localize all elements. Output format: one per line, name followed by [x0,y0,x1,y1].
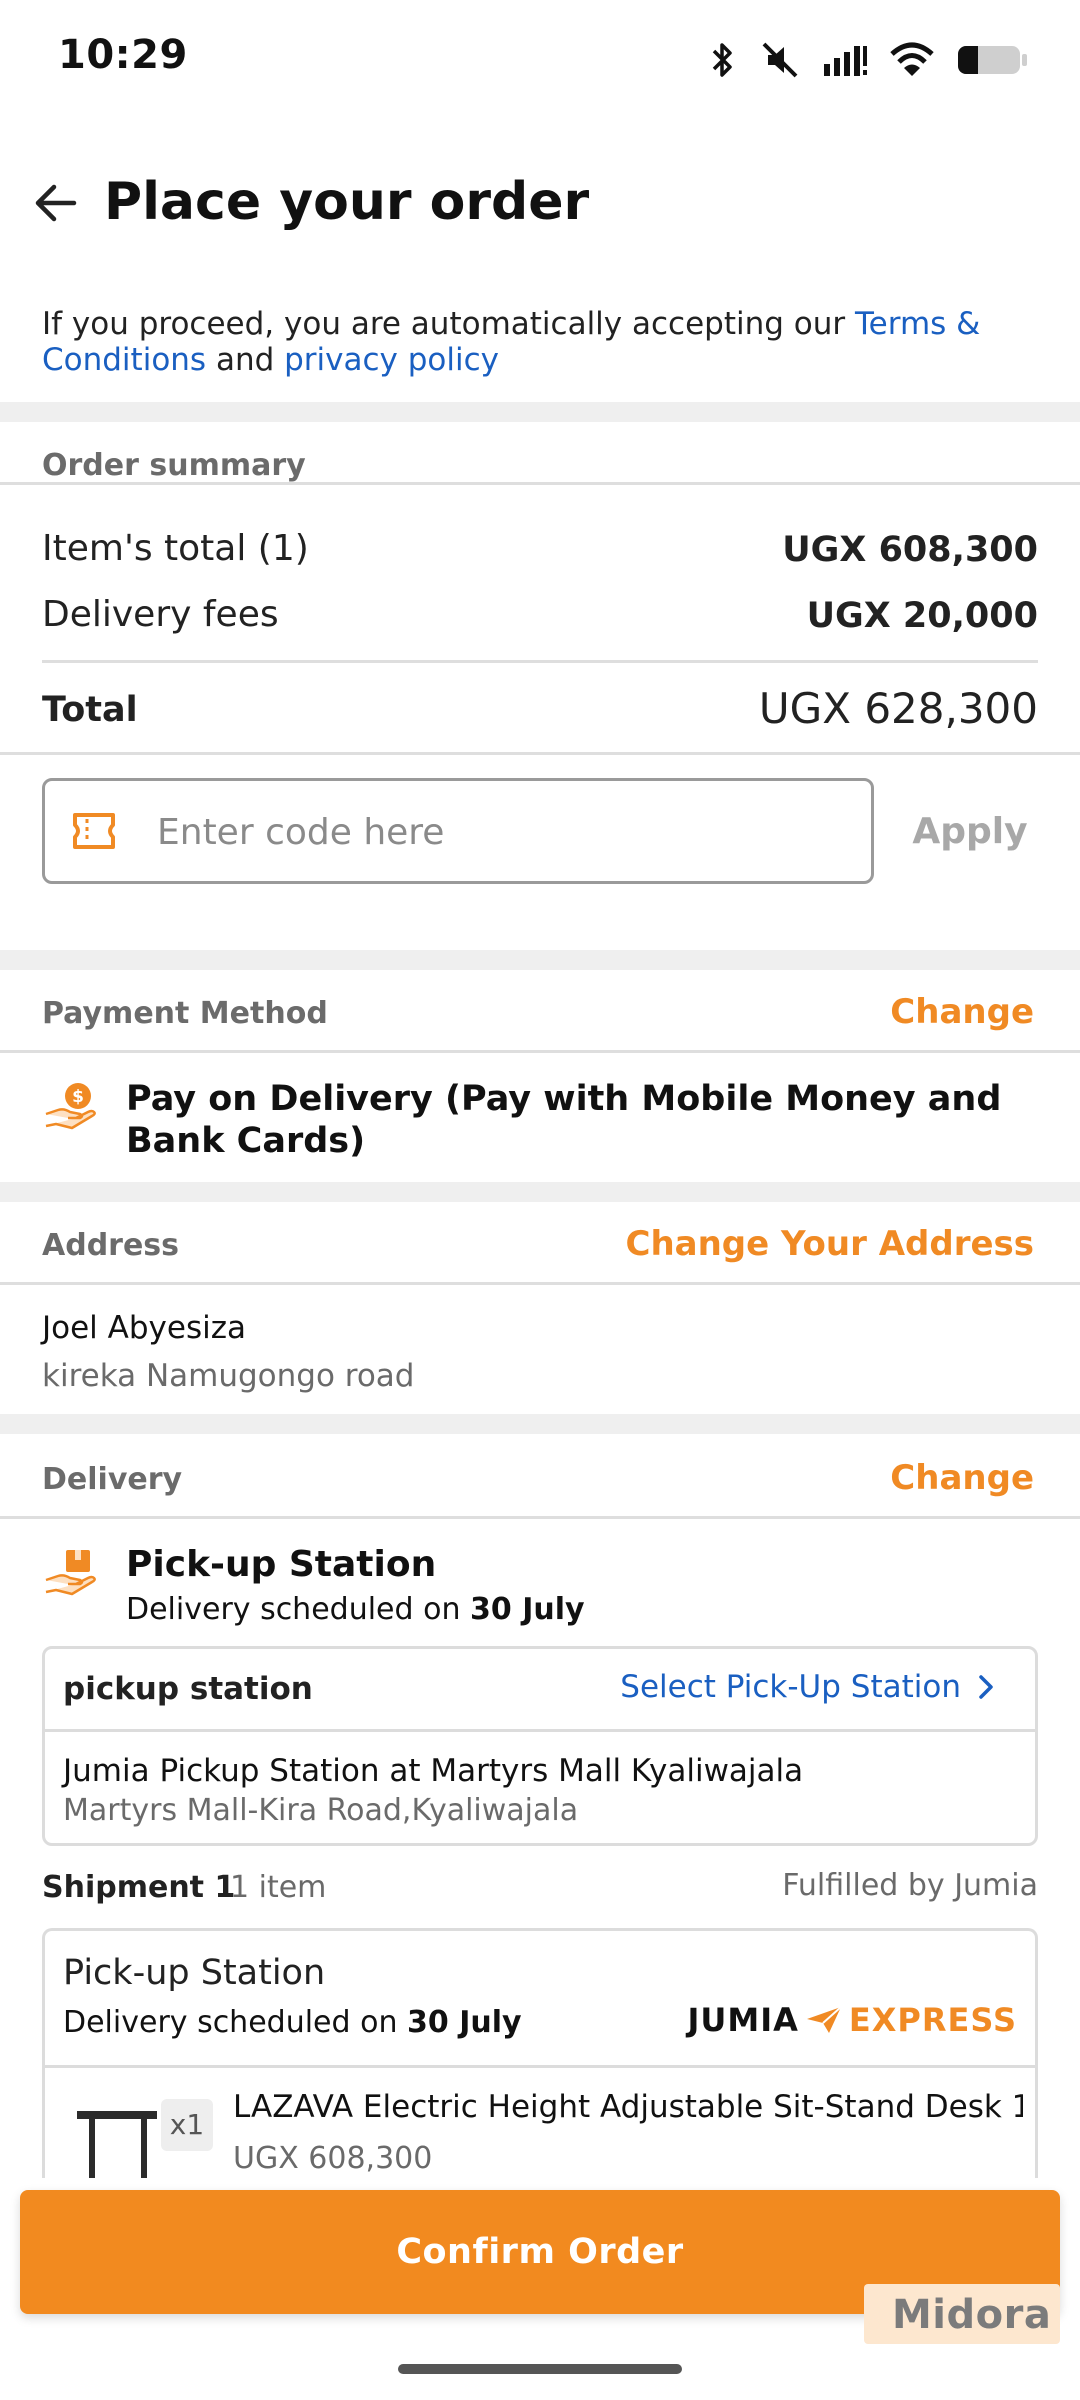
delivery-schedule: Delivery scheduled on 30 July [126,1592,585,1627]
address-name: Joel Abyesiza [42,1310,246,1346]
shipment-schedule: Delivery scheduled on 30 July [63,2005,522,2040]
paper-plane-icon [806,2006,842,2033]
pickup-station-label: pickup station [63,1671,313,1707]
divider [0,1282,1080,1285]
change-address-button[interactable]: Change Your Address [626,1224,1035,1264]
shipment-label: Shipment 1 [42,1870,236,1905]
shipment-type: Pick-up Station [63,1953,326,1993]
section-separator [0,950,1080,970]
delivery-type: Pick-up Station [126,1544,437,1585]
pickup-station-card: pickup station Select Pick-Up Station Ju… [42,1646,1038,1846]
status-time: 10:29 [58,32,188,78]
promo-code-input[interactable] [157,799,847,865]
section-separator [0,1414,1080,1434]
privacy-link[interactable]: privacy policy [284,342,499,378]
signal-icon [824,46,867,76]
divider [0,1050,1080,1053]
terms-prefix: If you proceed, you are automatically ac… [42,306,855,342]
pickup-station-address: Martyrs Mall-Kira Road,Kyaliwajala [63,1793,579,1828]
total-label: Total [42,690,138,730]
select-pickup-station-label: Select Pick-Up Station [620,1669,961,1705]
brand-express: EXPRESS [848,2001,1017,2039]
apply-button[interactable]: Apply [900,806,1040,858]
pickup-station-name: Jumia Pickup Station at Martyrs Mall Kya… [63,1753,804,1789]
schedule-date: 30 July [470,1592,585,1627]
watermark-logo: Midora [864,2284,1060,2344]
promo-code-field[interactable] [42,778,874,884]
wifi-icon [890,42,934,76]
divider [0,752,1080,755]
terms-notice: If you proceed, you are automatically ac… [42,306,1042,378]
schedule-date: 30 July [407,2005,522,2040]
quantity-badge: x1 [161,2099,213,2151]
select-pickup-station-button[interactable]: Select Pick-Up Station [620,1669,995,1705]
address-line: kireka Namugongo road [42,1358,415,1394]
app-header: Place your order [0,150,1080,260]
home-indicator[interactable] [398,2364,682,2374]
mute-icon [762,42,798,78]
status-bar: 10:29 [0,0,1080,112]
change-payment-button[interactable]: Change [890,992,1034,1032]
divider [42,660,1038,663]
total-value: UGX 628,300 [758,684,1038,733]
page-title: Place your order [104,172,590,232]
ticket-icon [73,813,115,849]
order-summary-label: Order summary [42,448,306,483]
schedule-prefix: Delivery scheduled on [126,1592,470,1627]
divider [0,482,1080,485]
divider [45,1729,1035,1732]
items-total-value: UGX 608,300 [782,530,1038,570]
items-total-label: Item's total (1) [42,528,309,569]
payment-method-text: Pay on Delivery (Pay with Mobile Money a… [126,1079,1002,1161]
shipment-card: Pick-up Station Delivery scheduled on 30… [42,1928,1038,2178]
back-button[interactable] [24,172,86,234]
payment-method-label: Payment Method [42,996,328,1031]
terms-middle: and [206,342,285,378]
status-icons [708,36,1028,84]
jumia-express-logo: JUMIA EXPRESS [687,2001,1017,2039]
bluetooth-icon [712,43,732,77]
section-separator [0,1182,1080,1202]
brand-main: JUMIA [687,2001,799,2039]
fulfilled-by: Fulfilled by Jumia [782,1868,1038,1903]
shipment-item-count: 1 item [230,1870,327,1905]
change-delivery-button[interactable]: Change [890,1458,1034,1498]
delivery-fees-label: Delivery fees [42,594,279,635]
watermark-text: Midora [892,2292,1052,2338]
address-label: Address [42,1228,180,1263]
arrow-left-icon [35,184,77,222]
chevron-right-icon [979,1675,993,1699]
cash-hand-icon: $ [45,1083,96,1130]
delivery-label: Delivery [42,1462,183,1497]
divider [45,2065,1035,2068]
divider [0,1516,1080,1519]
section-separator [0,402,1080,422]
product-price: UGX 608,300 [233,2141,433,2176]
schedule-prefix: Delivery scheduled on [63,2005,407,2040]
package-hand-icon [45,1550,96,1596]
delivery-fees-value: UGX 20,000 [806,596,1038,636]
battery-icon [958,46,1027,74]
product-name[interactable]: LAZAVA Electric Height Adjustable Sit-St… [233,2089,1023,2125]
svg-text:$: $ [72,1087,84,1107]
